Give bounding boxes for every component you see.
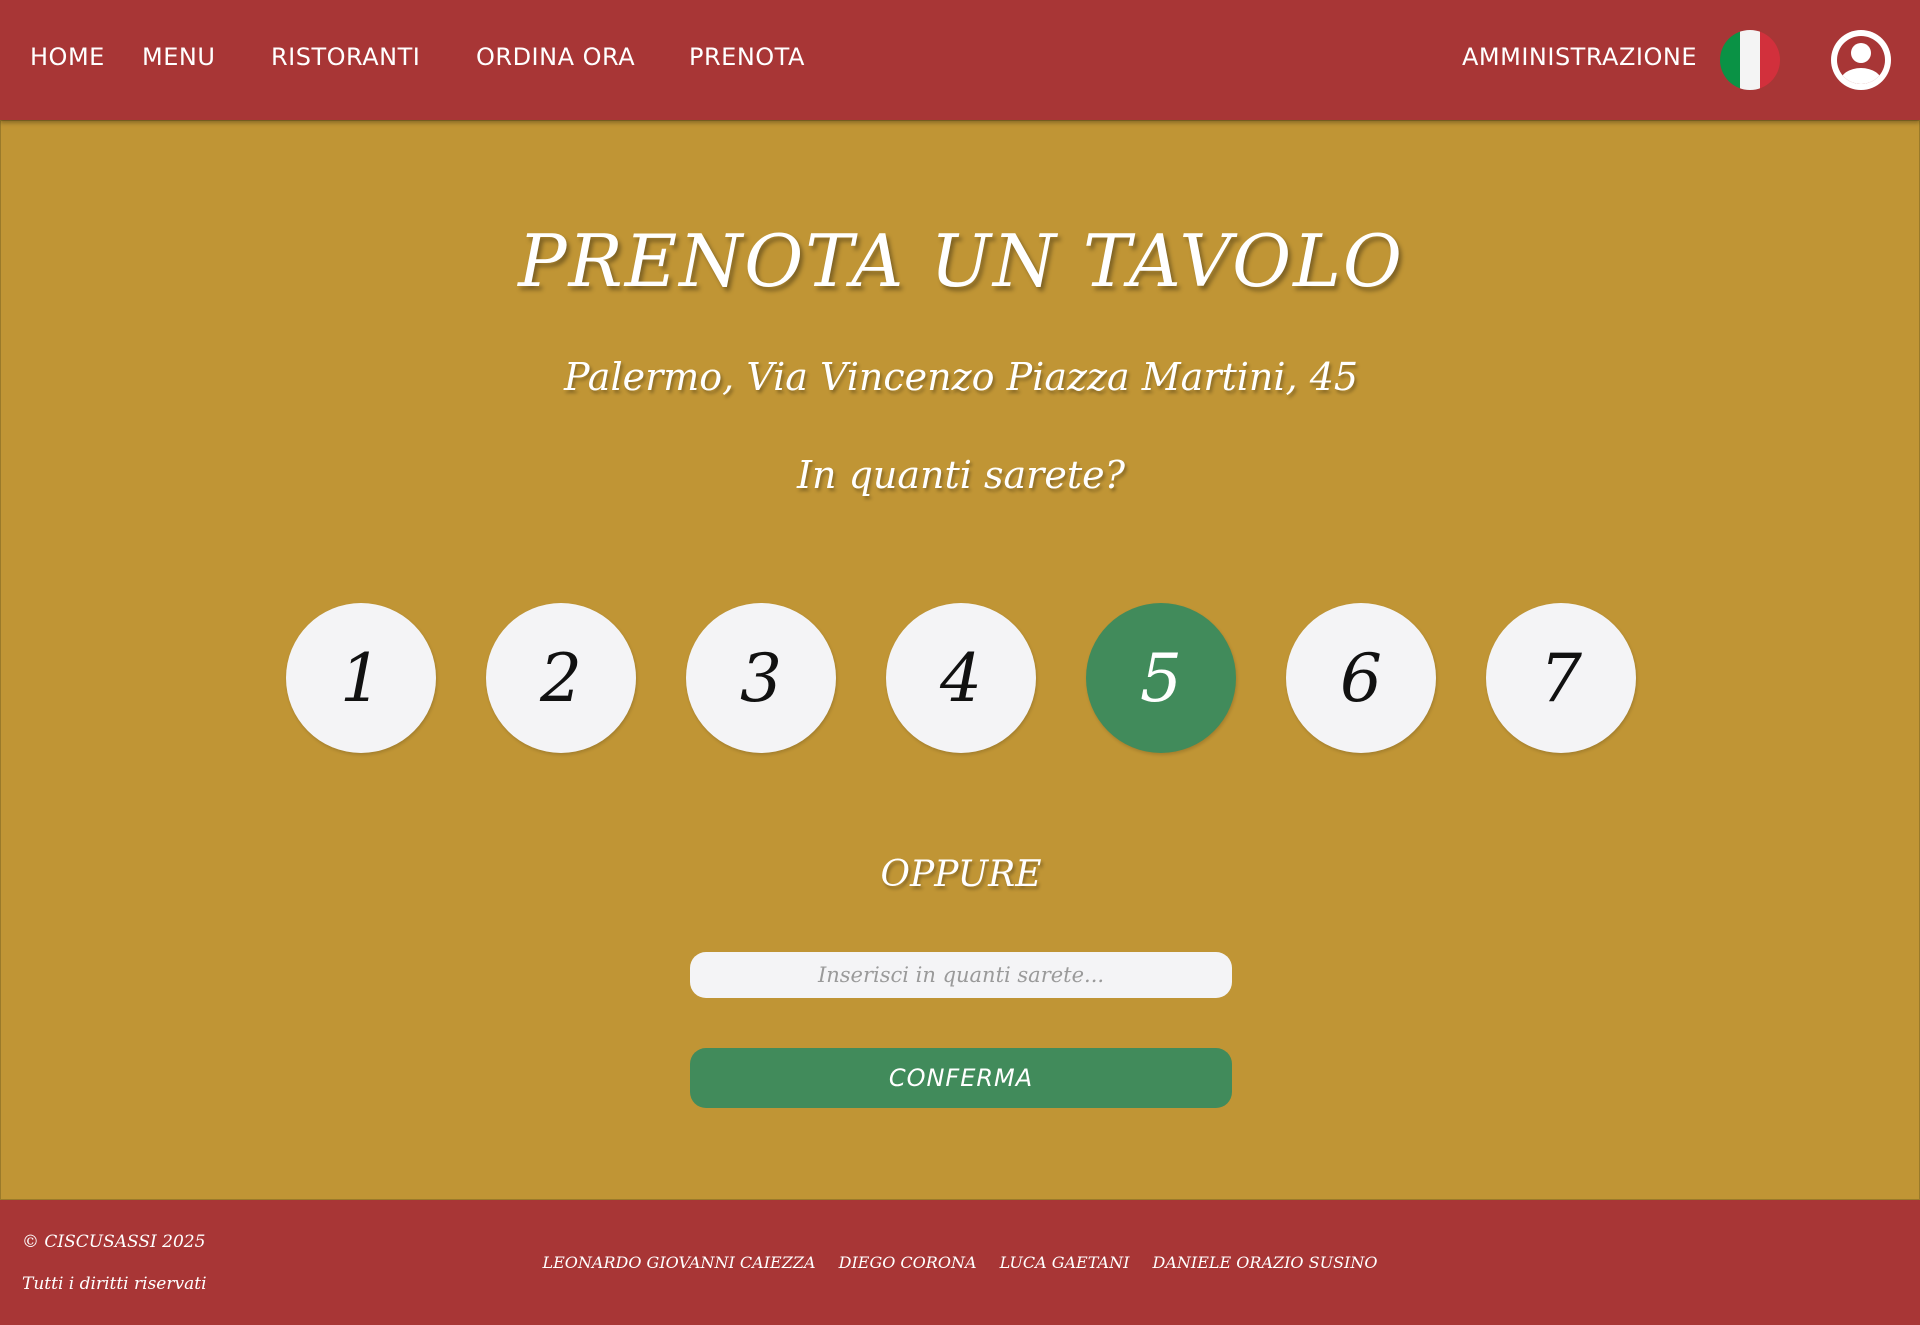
party-size-5-button[interactable]: 5 [1086,603,1236,753]
party-size-question: In quanti sarete? [797,453,1125,497]
or-separator: OPPURE [880,854,1042,895]
author-name: DANIELE ORAZIO SUSINO [1152,1253,1378,1272]
author-name: LEONARDO GIOVANNI CAIEZZA [542,1253,816,1272]
party-size-selector: 1 2 3 4 5 6 7 [286,603,1636,753]
page-title: PRENOTA UN TAVOLO [518,219,1404,303]
restaurant-address: Palermo, Via Vincenzo Piazza Martini, 45 [563,355,1359,399]
party-size-3-button[interactable]: 3 [686,603,836,753]
top-navbar: HOME MENU RISTORANTI ORDINA ORA PRENOTA … [0,0,1920,120]
nav-restaurants[interactable]: RISTORANTI [271,42,420,72]
flag-green-stripe [1720,30,1740,90]
confirm-button[interactable]: CONFERMA [690,1048,1232,1108]
party-size-2-button[interactable]: 2 [486,603,636,753]
party-size-4-button[interactable]: 4 [886,603,1036,753]
nav-menu[interactable]: MENU [142,42,215,72]
user-circle-icon[interactable] [1831,30,1891,90]
party-size-1-button[interactable]: 1 [286,603,436,753]
party-size-6-button[interactable]: 6 [1286,603,1436,753]
copyright-text: © CISCUSASSI 2025 [22,1232,206,1252]
rights-text: Tutti i diritti riservati [22,1274,207,1294]
author-name: LUCA GAETANI [999,1253,1130,1272]
party-size-7-button[interactable]: 7 [1486,603,1636,753]
party-size-input[interactable] [690,952,1232,998]
nav-book[interactable]: PRENOTA [689,42,805,72]
nav-order-now[interactable]: ORDINA ORA [476,42,635,72]
italian-flag-icon[interactable] [1720,30,1780,90]
nav-administration[interactable]: AMMINISTRAZIONE [1462,42,1697,72]
booking-section: PRENOTA UN TAVOLO Palermo, Via Vincenzo … [0,120,1920,1200]
footer: © CISCUSASSI 2025 Tutti i diritti riserv… [0,1200,1920,1325]
flag-red-stripe [1760,30,1780,90]
author-name: DIEGO CORONA [838,1253,977,1272]
authors-list: LEONARDO GIOVANNI CAIEZZA DIEGO CORONA L… [0,1252,1920,1274]
flag-white-stripe [1740,30,1760,90]
nav-home[interactable]: HOME [30,42,105,72]
